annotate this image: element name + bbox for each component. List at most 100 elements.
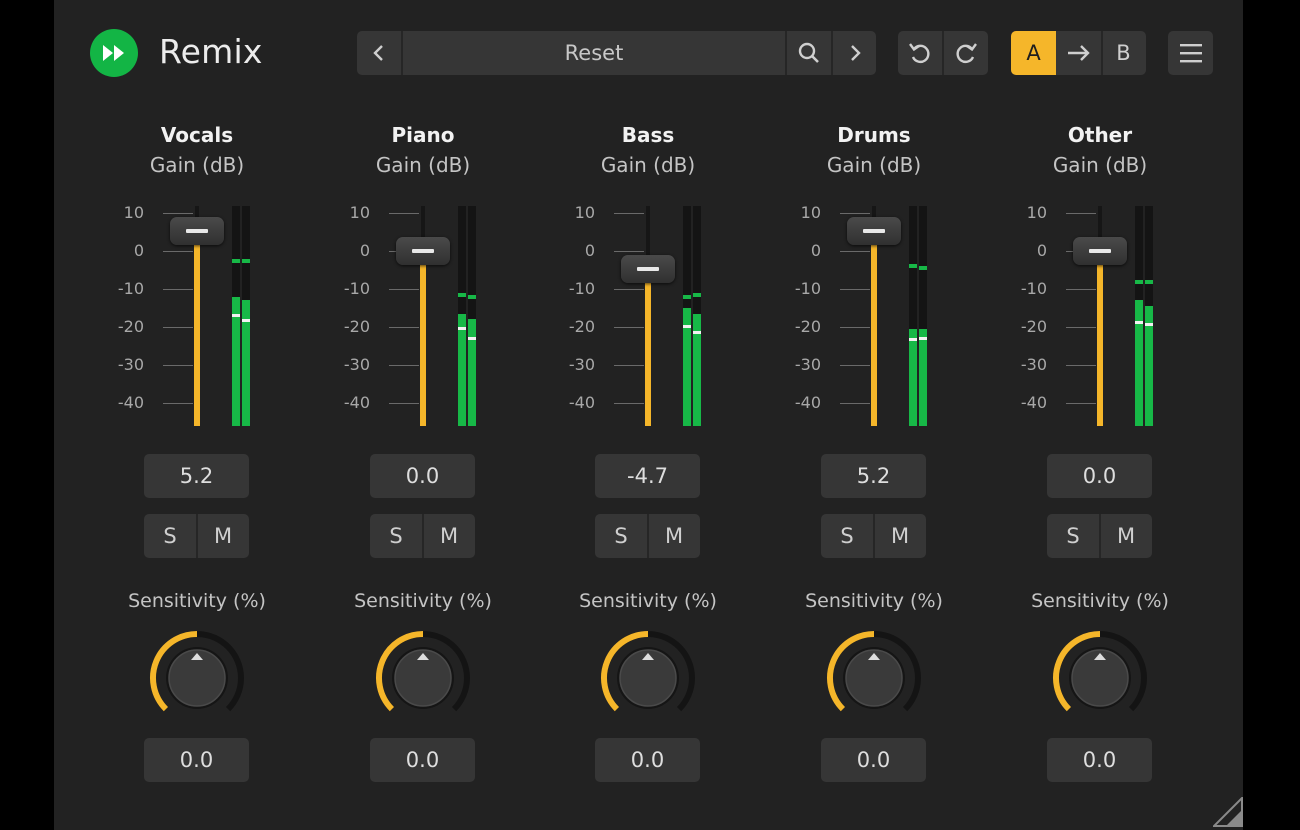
scale-tick-label: 0 (584, 241, 595, 260)
meter-level-fill (919, 328, 927, 426)
scale-gridline (163, 289, 193, 290)
scale-gridline (840, 327, 870, 328)
scale-tick-label: -20 (794, 317, 821, 336)
ab-a-button[interactable]: A (1011, 31, 1056, 75)
main-menu-button[interactable] (1168, 31, 1213, 75)
peak-hold-marker (242, 258, 250, 263)
gain-value-field[interactable]: 0.0 (1047, 454, 1152, 498)
rms-marker (1135, 321, 1143, 325)
fader-grip-icon (863, 229, 885, 234)
rms-marker (468, 336, 476, 340)
peak-hold-marker (909, 264, 917, 269)
scale-gridline (614, 327, 644, 328)
gain-fader-handle[interactable] (170, 217, 224, 246)
ab-copy-button[interactable] (1056, 31, 1101, 75)
gain-label: Gain (dB) (600, 153, 696, 177)
scale-tick-label: 10 (800, 203, 821, 222)
sensitivity-knob[interactable] (147, 628, 247, 728)
scale-tick-label: -10 (343, 279, 370, 298)
gain-fader-handle[interactable] (847, 217, 901, 246)
previous-preset-button[interactable] (357, 31, 401, 75)
solo-button[interactable]: S (595, 514, 647, 558)
meter-level-fill (458, 313, 466, 426)
mute-button[interactable]: M (648, 514, 700, 558)
sensitivity-label: Sensitivity (%) (128, 590, 266, 612)
gain-label: Gain (dB) (375, 153, 471, 177)
sensitivity-knob[interactable] (373, 628, 473, 728)
scale-tick-label: -20 (117, 317, 144, 336)
channel-strip: Vocals Gain (dB) 10 0 -10 -20 -30 -40 5.2 S M Se… (84, 118, 310, 798)
gain-value-field[interactable]: 0.0 (370, 454, 475, 498)
peak-hold-marker (1145, 279, 1153, 284)
scale-tick-label: 10 (1026, 203, 1047, 222)
gain-value-field[interactable]: -4.7 (595, 454, 700, 498)
scale-tick-label: -40 (568, 393, 595, 412)
rms-marker (242, 319, 250, 323)
sensitivity-knob[interactable] (1050, 628, 1150, 728)
scale-gridline (614, 365, 644, 366)
sensitivity-value-field[interactable]: 0.0 (595, 738, 700, 782)
redo-button[interactable] (944, 31, 988, 75)
scale-gridline (614, 213, 644, 214)
sensitivity-knob[interactable] (824, 628, 924, 728)
scale-tick-label: 0 (359, 241, 370, 260)
search-preset-button[interactable] (787, 31, 831, 75)
rms-marker (232, 313, 240, 317)
gain-value-field[interactable]: 5.2 (821, 454, 926, 498)
db-scale: 10 0 -10 -20 -30 -40 (987, 203, 1047, 426)
gain-fader-fill (1097, 251, 1103, 426)
level-meter-right (242, 206, 250, 426)
next-preset-button[interactable] (833, 31, 876, 75)
gain-label: Gain (dB) (826, 153, 922, 177)
sensitivity-value-field[interactable]: 0.0 (144, 738, 249, 782)
scale-tick-label: 10 (574, 203, 595, 222)
sensitivity-knob[interactable] (598, 628, 698, 728)
sensitivity-value-field[interactable]: 0.0 (370, 738, 475, 782)
solo-button[interactable]: S (144, 514, 196, 558)
rms-marker (909, 338, 917, 342)
solo-button[interactable]: S (1047, 514, 1099, 558)
solo-button[interactable]: S (370, 514, 422, 558)
peak-hold-marker (458, 292, 466, 297)
meter-level-fill (1135, 300, 1143, 426)
solo-button[interactable]: S (821, 514, 873, 558)
ab-b-button[interactable]: B (1101, 31, 1146, 75)
gain-fader-fill (420, 251, 426, 426)
app-title: Remix (159, 32, 263, 71)
mute-button[interactable]: M (1100, 514, 1152, 558)
mute-button[interactable]: M (874, 514, 926, 558)
sensitivity-value-field[interactable]: 0.0 (1047, 738, 1152, 782)
peak-hold-marker (232, 258, 240, 263)
undo-button[interactable] (898, 31, 942, 75)
gain-label: Gain (dB) (1052, 153, 1148, 177)
scale-tick-label: -30 (1020, 355, 1047, 374)
resize-grip-icon[interactable] (1213, 797, 1243, 827)
gain-fader-handle[interactable] (1073, 237, 1127, 265)
preset-name[interactable]: Reset (403, 31, 785, 75)
hamburger-menu-icon (1179, 44, 1202, 63)
level-meter-right (919, 206, 927, 426)
arrow-right-icon (1067, 45, 1090, 61)
gain-value-field[interactable]: 5.2 (144, 454, 249, 498)
peak-hold-marker (468, 294, 476, 299)
scale-gridline (840, 289, 870, 290)
scale-gridline (840, 213, 870, 214)
scale-gridline (163, 403, 193, 404)
solo-mute-group: S M (370, 514, 475, 558)
scale-tick-label: -30 (794, 355, 821, 374)
mute-button[interactable]: M (423, 514, 475, 558)
db-scale: 10 0 -10 -20 -30 -40 (535, 203, 595, 426)
scale-gridline (163, 365, 193, 366)
gain-fader-handle[interactable] (396, 237, 450, 265)
scale-gridline (389, 213, 419, 214)
rms-marker (693, 330, 701, 334)
scale-tick-label: -10 (794, 279, 821, 298)
mute-button[interactable]: M (197, 514, 249, 558)
scale-tick-label: 0 (133, 241, 144, 260)
gain-fader-handle[interactable] (621, 254, 675, 283)
scale-tick-label: 10 (123, 203, 144, 222)
scale-gridline (840, 365, 870, 366)
scale-gridline (389, 327, 419, 328)
scale-gridline (1066, 365, 1096, 366)
sensitivity-value-field[interactable]: 0.0 (821, 738, 926, 782)
